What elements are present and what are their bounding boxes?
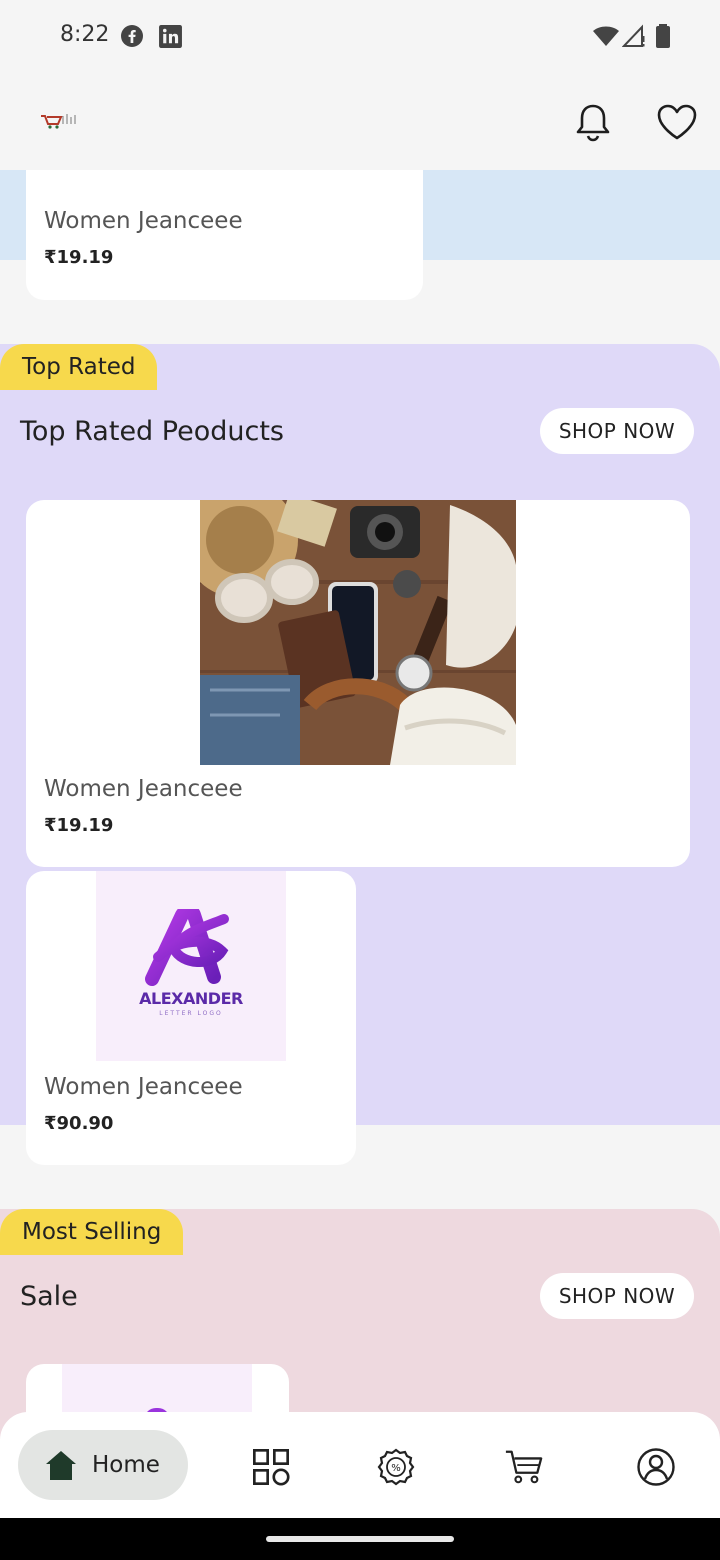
notification-button[interactable] bbox=[571, 100, 615, 144]
product-price: ₹90.90 bbox=[44, 1113, 114, 1134]
bottom-navigation: Home % bbox=[0, 1412, 720, 1518]
product-image: ALEXANDER LETTER LOGO bbox=[96, 871, 286, 1061]
profile-icon[interactable] bbox=[636, 1447, 676, 1487]
product-card[interactable]: ALEXANDER LETTER LOGO Women Jeanceee ₹90… bbox=[26, 871, 356, 1165]
status-bar: 8:22 bbox=[0, 0, 720, 72]
linkedin-icon bbox=[159, 25, 182, 48]
nav-home-label: Home bbox=[92, 1452, 160, 1478]
product-price: ₹19.19 bbox=[44, 247, 114, 268]
logo-subtitle: LETTER LOGO bbox=[159, 1010, 223, 1017]
wifi-icon bbox=[593, 26, 619, 46]
svg-text:%: % bbox=[391, 1463, 401, 1474]
most-selling-section: Most Selling Sale SHOP NOW bbox=[0, 1209, 720, 1444]
product-name: Women Jeanceee bbox=[44, 208, 243, 234]
home-gesture-handle[interactable] bbox=[266, 1536, 454, 1542]
top-rated-section: Top Rated Top Rated Peoducts SHOP NOW Wo… bbox=[0, 344, 720, 1165]
offers-icon[interactable]: % bbox=[376, 1447, 416, 1487]
status-time: 8:22 bbox=[60, 22, 110, 47]
notification-bell-icon bbox=[576, 104, 610, 142]
app-screen: 8:22 Women Jeanceee ₹19.19 Top Rated Top… bbox=[0, 0, 720, 1560]
shop-now-button[interactable]: SHOP NOW bbox=[540, 1273, 694, 1319]
product-name: Women Jeanceee bbox=[44, 776, 243, 802]
cart-icon[interactable] bbox=[504, 1447, 544, 1487]
section-badge: Most Selling bbox=[0, 1209, 184, 1255]
section-title: Top Rated Peoducts bbox=[20, 416, 284, 447]
product-image bbox=[200, 500, 516, 765]
brand-logo bbox=[41, 114, 76, 129]
battery-icon bbox=[656, 24, 670, 48]
section-title: Sale bbox=[20, 1281, 78, 1312]
product-price: ₹19.19 bbox=[44, 815, 114, 836]
wishlist-button[interactable] bbox=[655, 100, 699, 144]
app-header bbox=[0, 72, 720, 170]
alexander-logo-mark bbox=[145, 909, 229, 986]
logo-title: ALEXANDER bbox=[139, 989, 243, 1008]
home-icon bbox=[46, 1451, 76, 1480]
cell-signal-icon bbox=[622, 24, 645, 47]
product-card[interactable]: Women Jeanceee ₹19.19 bbox=[26, 500, 690, 867]
facebook-icon bbox=[121, 25, 143, 47]
nav-home[interactable]: Home bbox=[18, 1430, 188, 1500]
section-badge: Top Rated bbox=[0, 344, 158, 390]
system-navigation-bar bbox=[0, 1518, 720, 1560]
product-card[interactable]: Women Jeanceee ₹19.19 bbox=[26, 170, 423, 300]
shop-now-button[interactable]: SHOP NOW bbox=[540, 408, 694, 454]
categories-icon[interactable] bbox=[251, 1447, 291, 1487]
product-name: Women Jeanceee bbox=[44, 1074, 243, 1100]
wishlist-heart-icon bbox=[657, 104, 697, 140]
